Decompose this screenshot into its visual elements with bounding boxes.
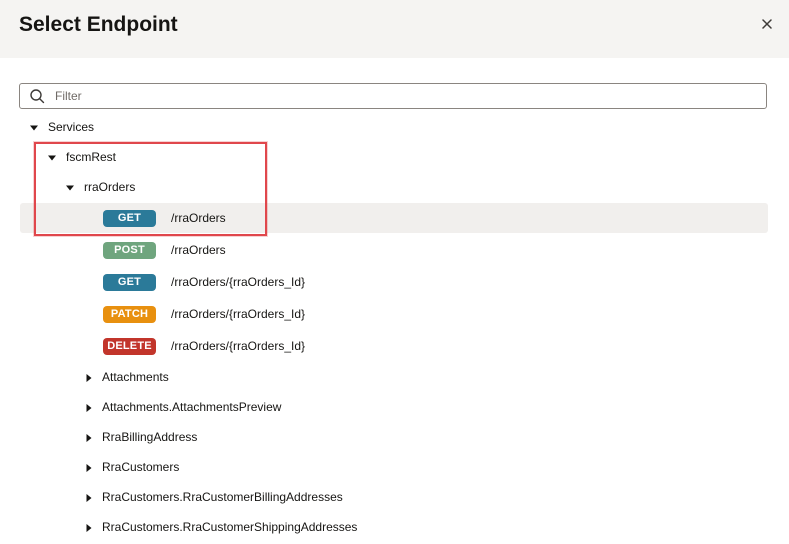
endpoint-path: /rraOrders/{rraOrders_Id} bbox=[171, 339, 306, 353]
tree-node-label: RraCustomers.RraCustomerBillingAddresses bbox=[102, 490, 343, 504]
endpoint-row[interactable]: DELETE /rraOrders/{rraOrders_Id} bbox=[20, 331, 768, 361]
caret-down-icon[interactable] bbox=[66, 184, 74, 192]
filter-field[interactable] bbox=[19, 83, 767, 109]
method-badge: GET bbox=[103, 210, 156, 227]
tree-node-collapsed[interactable]: RraCustomers.RraCustomerShippingAddresse… bbox=[20, 513, 768, 543]
tree-node-collapsed[interactable]: RraBillingAddress bbox=[20, 423, 768, 453]
caret-right-icon[interactable] bbox=[85, 524, 93, 532]
close-icon[interactable] bbox=[759, 16, 775, 32]
tree-node-label: RraCustomers.RraCustomerShippingAddresse… bbox=[102, 520, 358, 534]
endpoint-path: /rraOrders/{rraOrders_Id} bbox=[171, 275, 306, 289]
tree-node-label: RraCustomers bbox=[102, 460, 180, 474]
tree-node-services[interactable]: Services bbox=[20, 113, 768, 143]
tree-node-fscmrest[interactable]: fscmRest bbox=[20, 143, 768, 173]
endpoint-row[interactable]: POST /rraOrders bbox=[20, 235, 768, 265]
filter-input[interactable] bbox=[55, 87, 755, 105]
caret-right-icon[interactable] bbox=[85, 494, 93, 502]
caret-right-icon[interactable] bbox=[85, 434, 93, 442]
caret-right-icon[interactable] bbox=[85, 464, 93, 472]
tree-node-label: RraBillingAddress bbox=[102, 430, 198, 444]
dialog-header: Select Endpoint bbox=[0, 0, 789, 58]
tree-node-collapsed[interactable]: RraCustomers bbox=[20, 453, 768, 483]
tree-node-collapsed[interactable]: Attachments.AttachmentsPreview bbox=[20, 393, 768, 423]
endpoint-path: /rraOrders bbox=[171, 243, 226, 257]
caret-right-icon[interactable] bbox=[85, 404, 93, 412]
tree-node-label: Attachments.AttachmentsPreview bbox=[102, 400, 282, 414]
tree-node-label: rraOrders bbox=[84, 180, 136, 194]
endpoint-path: /rraOrders bbox=[171, 211, 226, 225]
tree-node-label: fscmRest bbox=[66, 150, 117, 164]
caret-down-icon[interactable] bbox=[48, 154, 56, 162]
caret-right-icon[interactable] bbox=[85, 374, 93, 382]
tree-node-rraorders[interactable]: rraOrders bbox=[20, 173, 768, 203]
select-endpoint-dialog: Select Endpoint Services fscmRest bbox=[0, 0, 789, 544]
method-badge: POST bbox=[103, 242, 156, 259]
dialog-title: Select Endpoint bbox=[19, 13, 178, 36]
method-badge: GET bbox=[103, 274, 156, 291]
endpoint-row[interactable]: GET /rraOrders bbox=[20, 203, 768, 233]
method-badge: DELETE bbox=[103, 338, 156, 355]
tree-node-label: Attachments bbox=[102, 370, 169, 384]
endpoint-row[interactable]: PATCH /rraOrders/{rraOrders_Id} bbox=[20, 299, 768, 329]
search-icon bbox=[29, 88, 45, 109]
method-badge: PATCH bbox=[103, 306, 156, 323]
tree-node-collapsed[interactable]: RraCustomers.RraCustomerBillingAddresses bbox=[20, 483, 768, 513]
endpoint-path: /rraOrders/{rraOrders_Id} bbox=[171, 307, 306, 321]
endpoint-row[interactable]: GET /rraOrders/{rraOrders_Id} bbox=[20, 267, 768, 297]
tree-node-label: Services bbox=[48, 120, 95, 134]
caret-down-icon[interactable] bbox=[30, 124, 38, 132]
tree-node-collapsed[interactable]: Attachments bbox=[20, 363, 768, 393]
